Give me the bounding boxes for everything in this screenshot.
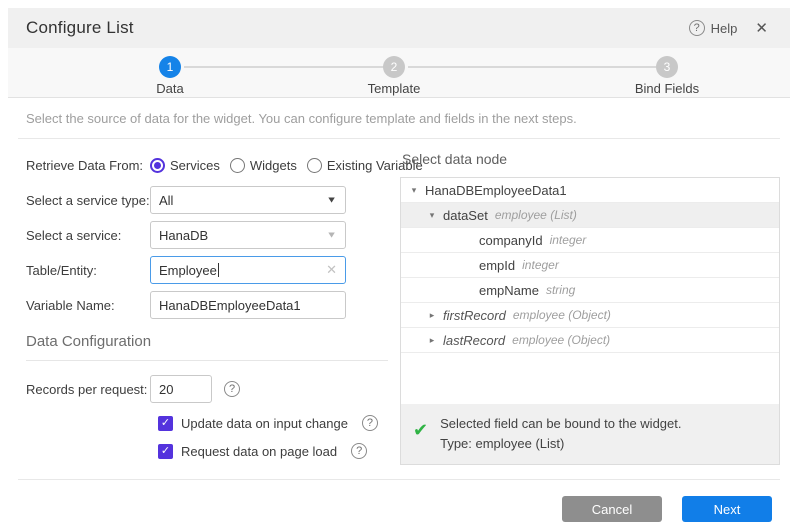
radio-label: Services	[170, 158, 220, 173]
node-name: firstRecord	[443, 308, 506, 323]
node-type: string	[546, 283, 575, 297]
radio-services[interactable]: Services	[150, 158, 220, 173]
step-bind-fields[interactable]: 3 Bind Fields	[607, 56, 727, 96]
tree-node-dataSet[interactable]: ▾ dataSet employee (List)	[401, 203, 779, 228]
checkbox-icon[interactable]: ✓	[158, 444, 173, 459]
clear-icon[interactable]: ✕	[326, 262, 337, 278]
data-config-checkboxes: ✓ Update data on input change? ✓ Request da…	[26, 415, 388, 459]
chevron-down-icon: ▼	[326, 195, 337, 205]
table-entity-label: Table/Entity:	[26, 263, 150, 278]
step-template[interactable]: 2 Template	[334, 56, 454, 96]
expander-down-icon[interactable]: ▾	[427, 210, 437, 221]
checkbox-label: Update data on input change	[181, 416, 348, 431]
divider	[26, 360, 388, 361]
checkbox-help-icon[interactable]: ?	[351, 443, 367, 459]
expander-right-icon[interactable]: ▸	[427, 335, 437, 346]
radio-widgets[interactable]: Widgets	[230, 158, 297, 173]
select-data-node-heading: Select data node	[402, 151, 780, 167]
node-name: lastRecord	[443, 333, 505, 348]
tree-node-empName[interactable]: empName string	[401, 278, 779, 303]
table-entity-input[interactable]: Employee ✕	[150, 256, 346, 284]
records-per-request-value: 20	[159, 382, 173, 397]
tree-node-empId[interactable]: empId integer	[401, 253, 779, 278]
tree-node-lastRecord[interactable]: ▸ lastRecord employee (Object)	[401, 328, 779, 353]
configure-list-dialog: Configure List ? Help ✕ 1 Data 2 Templat…	[8, 8, 790, 502]
retrieve-data-from-label: Retrieve Data From:	[26, 158, 150, 173]
step-number: 1	[159, 56, 181, 78]
service-type-select[interactable]: All ▼	[150, 186, 346, 214]
records-per-request-label: Records per request:	[26, 382, 150, 397]
binding-status-message: ✔ Selected field can be bound to the wid…	[401, 404, 779, 464]
node-name: companyId	[479, 233, 543, 248]
service-select[interactable]: HanaDB ▼	[150, 221, 346, 249]
success-check-icon: ✔	[413, 420, 428, 440]
data-node-tree: ▾ HanaDBEmployeeData1 ▾ dataSet employee (Li…	[400, 177, 780, 465]
step-label: Data	[110, 81, 230, 96]
cancel-button[interactable]: Cancel	[562, 496, 662, 522]
tree-rows: ▾ HanaDBEmployeeData1 ▾ dataSet employee (Li…	[401, 178, 779, 353]
node-type: integer	[522, 258, 559, 272]
help-icon: ?	[689, 20, 705, 36]
binding-message-line1: Selected field can be bound to the widge…	[440, 414, 681, 434]
node-type: integer	[550, 233, 587, 247]
variable-name-input[interactable]: HanaDBEmployeeData1	[150, 291, 346, 319]
step-number: 3	[656, 56, 678, 78]
radio-dot-icon	[307, 158, 322, 173]
checkbox-row: ✓ Update data on input change?	[158, 415, 388, 431]
table-entity-value: Employee	[159, 263, 217, 278]
node-type: employee (Object)	[512, 333, 610, 347]
tree-node-HanaDBEmployeeData1[interactable]: ▾ HanaDBEmployeeData1	[401, 178, 779, 203]
node-name: empId	[479, 258, 515, 273]
tree-empty-area	[401, 353, 779, 404]
service-type-label: Select a service type:	[26, 193, 150, 208]
step-data[interactable]: 1 Data	[110, 56, 230, 96]
dialog-header: Configure List ? Help ✕	[8, 8, 790, 48]
data-node-panel: Select data node ▾ HanaDBEmployeeData1 ▾ da…	[396, 139, 780, 465]
node-name: HanaDBEmployeeData1	[425, 183, 567, 198]
step-number: 2	[383, 56, 405, 78]
text-caret	[218, 263, 219, 277]
chevron-down-icon: ▼	[326, 230, 337, 240]
radio-dot-icon	[230, 158, 245, 173]
tree-node-companyId[interactable]: companyId integer	[401, 228, 779, 253]
help-label: Help	[711, 21, 738, 36]
node-name: dataSet	[443, 208, 488, 223]
next-button[interactable]: Next	[682, 496, 772, 522]
page-title: Configure List	[26, 18, 134, 38]
service-value: HanaDB	[159, 228, 208, 243]
node-name: empName	[479, 283, 539, 298]
data-configuration-heading: Data Configuration	[26, 333, 388, 350]
step-description: Select the source of data for the widget…	[8, 98, 790, 138]
service-label: Select a service:	[26, 228, 150, 243]
variable-name-value: HanaDBEmployeeData1	[159, 298, 301, 313]
retrieve-data-from-radio-group: ServicesWidgetsExisting Variable	[150, 158, 423, 173]
close-icon[interactable]: ✕	[751, 17, 772, 39]
variable-name-label: Variable Name:	[26, 298, 150, 313]
checkbox-icon[interactable]: ✓	[158, 416, 173, 431]
node-type: employee (Object)	[513, 308, 611, 322]
dialog-footer: Cancel Next	[8, 480, 790, 522]
tree-node-firstRecord[interactable]: ▸ firstRecord employee (Object)	[401, 303, 779, 328]
records-per-request-input[interactable]: 20	[150, 375, 212, 403]
checkbox-label: Request data on page load	[181, 444, 337, 459]
radio-label: Widgets	[250, 158, 297, 173]
expander-down-icon[interactable]: ▾	[409, 185, 419, 196]
radio-dot-icon	[150, 158, 165, 173]
step-label: Bind Fields	[607, 81, 727, 96]
help-button[interactable]: ? Help	[689, 20, 738, 36]
service-type-value: All	[159, 193, 173, 208]
checkbox-help-icon[interactable]: ?	[362, 415, 378, 431]
step-label: Template	[334, 81, 454, 96]
data-source-form: Retrieve Data From: ServicesWidgetsExist…	[18, 139, 396, 465]
binding-message-line2: Type: employee (List)	[440, 434, 681, 454]
checkbox-row: ✓ Request data on page load?	[158, 443, 388, 459]
node-type: employee (List)	[495, 208, 577, 222]
expander-right-icon[interactable]: ▸	[427, 310, 437, 321]
wizard-stepper: 1 Data 2 Template 3 Bind Fields	[8, 48, 790, 98]
records-help-icon[interactable]: ?	[224, 381, 240, 397]
